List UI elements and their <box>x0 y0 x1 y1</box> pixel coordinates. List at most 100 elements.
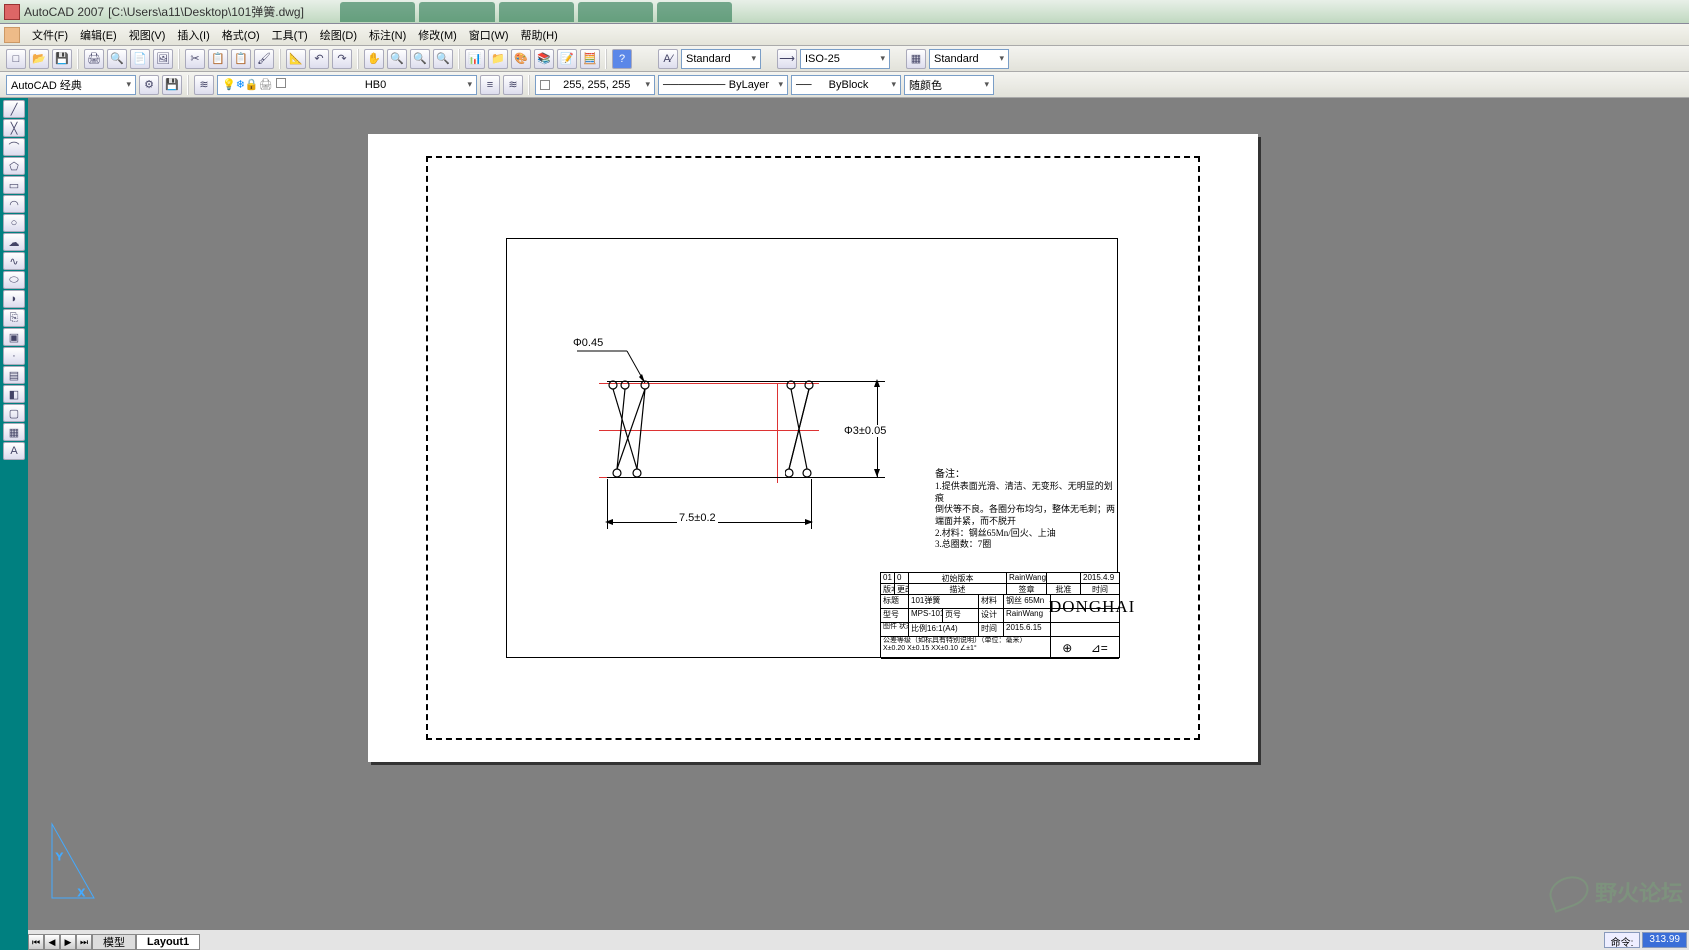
table-style-icon[interactable]: ▦ <box>906 49 926 69</box>
publish-icon[interactable]: 📄 <box>130 49 150 69</box>
menu-file[interactable]: 文件(F) <box>26 25 74 45</box>
menu-insert[interactable]: 插入(I) <box>171 25 215 45</box>
match-prop-icon[interactable]: 🖌 <box>254 49 274 69</box>
gradient-icon[interactable]: ◧ <box>3 385 25 403</box>
lineweight-combo[interactable]: ── ByBlock▾ <box>791 75 901 95</box>
linetype-preview: ──────── <box>663 79 725 91</box>
menu-bar: 文件(F) 编辑(E) 视图(V) 插入(I) 格式(O) 工具(T) 绘图(D… <box>0 24 1689 46</box>
watermark-logo-icon <box>1545 871 1593 913</box>
revcloud-icon[interactable]: ☁ <box>3 233 25 251</box>
command-prompt[interactable]: 命令: <box>1604 932 1641 948</box>
tab-next-icon[interactable]: ▶ <box>60 934 76 950</box>
plot-icon[interactable]: 🖼 <box>153 49 173 69</box>
paste-icon[interactable]: 📋 <box>231 49 251 69</box>
menu-view[interactable]: 视图(V) <box>123 25 172 45</box>
zoom-rt-icon[interactable]: 🔍 <box>387 49 407 69</box>
properties-icon[interactable]: 📊 <box>465 49 485 69</box>
wspace-save-icon[interactable]: 💾 <box>162 75 182 95</box>
menu-draw[interactable]: 绘图(D) <box>314 25 363 45</box>
linetype-combo[interactable]: ──────── ByLayer▾ <box>658 75 788 95</box>
window-tab[interactable] <box>499 2 574 22</box>
make-block-icon[interactable]: ▣ <box>3 328 25 346</box>
tab-layout1[interactable]: Layout1 <box>136 934 200 950</box>
save-icon[interactable]: 💾 <box>52 49 72 69</box>
color-combo[interactable]: 255, 255, 255▾ <box>535 75 655 95</box>
calc-icon[interactable]: 🧮 <box>580 49 600 69</box>
notes-line: 倒伏等不良。各圈分布均匀，整体无毛刺；两 <box>935 504 1117 516</box>
point-icon[interactable]: · <box>3 347 25 365</box>
preview-icon[interactable]: 🔍 <box>107 49 127 69</box>
window-tab[interactable] <box>340 2 415 22</box>
tab-last-icon[interactable]: ⏭ <box>76 934 92 950</box>
dcenter-icon[interactable]: 📁 <box>488 49 508 69</box>
window-tab[interactable] <box>419 2 494 22</box>
menu-help[interactable]: 帮助(H) <box>515 25 564 45</box>
tool-palette-icon[interactable]: 🎨 <box>511 49 531 69</box>
plotstyle-combo[interactable]: 随颜色▾ <box>904 75 994 95</box>
canvas-area[interactable]: Φ0.45 Φ3±0.05 7.5±0.2 <box>28 98 1689 930</box>
layer-combo[interactable]: 💡❄🔒🖨 HB0 ▾ <box>217 75 477 95</box>
table-icon[interactable]: ▦ <box>3 423 25 441</box>
layer-state-icon[interactable]: ≋ <box>503 75 523 95</box>
tab-model[interactable]: 模型 <box>92 934 136 950</box>
arc-icon[interactable]: ◠ <box>3 195 25 213</box>
undo-icon[interactable]: ↶ <box>309 49 329 69</box>
pline-icon[interactable]: ⌒ <box>3 138 25 156</box>
new-icon[interactable]: □ <box>6 49 26 69</box>
menu-dim[interactable]: 标注(N) <box>363 25 412 45</box>
spline-icon[interactable]: ∿ <box>3 252 25 270</box>
watermark: 野火论坛 <box>1549 876 1683 908</box>
menu-format[interactable]: 格式(O) <box>216 25 266 45</box>
rectangle-icon[interactable]: ▭ <box>3 176 25 194</box>
pan-icon[interactable]: ✋ <box>364 49 384 69</box>
zoom-win-icon[interactable]: 🔍 <box>410 49 430 69</box>
tb-cell: 101弹簧 <box>909 595 979 608</box>
layout-tabs: ⏮ ◀ ▶ ⏭ 模型 Layout1 <box>28 930 1689 950</box>
cut-icon[interactable]: ✂ <box>185 49 205 69</box>
tab-prev-icon[interactable]: ◀ <box>44 934 60 950</box>
autocad-menu-icon[interactable] <box>4 27 20 43</box>
zoom-prev-icon[interactable]: 🔍 <box>433 49 453 69</box>
dim-style-combo[interactable]: ISO-25▾ <box>800 49 890 69</box>
tb-cell: 01 <box>881 573 895 583</box>
markup-icon[interactable]: 📝 <box>557 49 577 69</box>
text-style-icon[interactable]: A⁄ <box>658 49 678 69</box>
hatch-icon[interactable]: ▤ <box>3 366 25 384</box>
print-icon[interactable]: 🖨 <box>84 49 104 69</box>
menu-tools[interactable]: 工具(T) <box>266 25 314 45</box>
tab-first-icon[interactable]: ⏮ <box>28 934 44 950</box>
layer-prev-icon[interactable]: ≡ <box>480 75 500 95</box>
copy-icon[interactable]: 📋 <box>208 49 228 69</box>
xline-icon[interactable]: ╳ <box>3 119 25 137</box>
ellipse-icon[interactable]: ⬭ <box>3 271 25 289</box>
redo-icon[interactable]: ↷ <box>332 49 352 69</box>
ellipse-arc-icon[interactable]: ◗ <box>3 290 25 308</box>
insert-block-icon[interactable]: ⎘ <box>3 309 25 327</box>
spring-coil-right <box>785 379 825 479</box>
window-tab[interactable] <box>657 2 732 22</box>
block-editor-icon[interactable]: 📐 <box>286 49 306 69</box>
menu-window[interactable]: 窗口(W) <box>463 25 515 45</box>
wspace-settings-icon[interactable]: ⚙ <box>139 75 159 95</box>
table-style-combo[interactable]: Standard▾ <box>929 49 1009 69</box>
title-block: 01 0 初始版本 RainWang 2015.4.9 版本 更改 描述 签章 … <box>880 572 1120 658</box>
circle-icon[interactable]: ○ <box>3 214 25 232</box>
mtext-icon[interactable]: A <box>3 442 25 460</box>
sset-mgr-icon[interactable]: 📚 <box>534 49 554 69</box>
help-icon[interactable]: ? <box>612 49 632 69</box>
line-icon[interactable]: ╱ <box>3 100 25 118</box>
dim-style-icon[interactable]: ⟶ <box>777 49 797 69</box>
chevron-down-icon: ▾ <box>126 79 131 90</box>
layer-manager-icon[interactable]: ≋ <box>194 75 214 95</box>
open-icon[interactable]: 📂 <box>29 49 49 69</box>
tb-cell: 材料 <box>979 595 1004 608</box>
workspace-combo[interactable]: AutoCAD 经典▾ <box>6 75 136 95</box>
notes-line: 端面并紧，而不脱开 <box>935 516 1117 528</box>
polygon-icon[interactable]: ⬠ <box>3 157 25 175</box>
text-style-combo[interactable]: Standard▾ <box>681 49 761 69</box>
menu-edit[interactable]: 编辑(E) <box>74 25 123 45</box>
window-tab[interactable] <box>578 2 653 22</box>
tb-cell: 签章 <box>1007 584 1047 594</box>
menu-modify[interactable]: 修改(M) <box>412 25 463 45</box>
region-icon[interactable]: ▢ <box>3 404 25 422</box>
